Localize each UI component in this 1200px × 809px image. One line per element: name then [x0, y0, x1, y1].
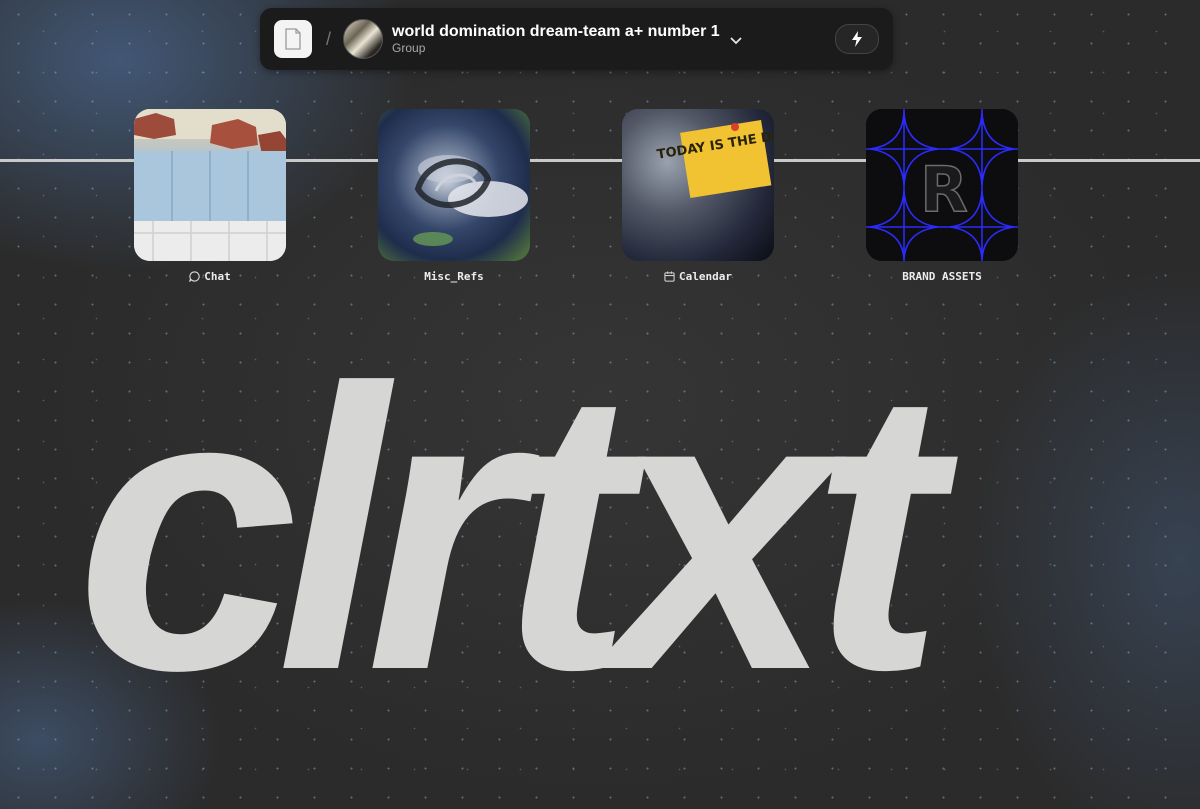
lightning-icon: [852, 31, 862, 47]
calendar-icon: [664, 271, 675, 282]
brand-assets-thumbnail-art: R: [866, 109, 1018, 261]
tile-label: Calendar: [622, 270, 774, 283]
chat-thumbnail-art: [134, 109, 286, 261]
tile-calendar[interactable]: TODAY IS THE DAY Calendar: [622, 109, 774, 283]
quick-action-button[interactable]: [835, 24, 879, 54]
group-title: world domination dream-team a+ number 1: [392, 22, 720, 40]
chat-thumbnail[interactable]: [134, 109, 286, 261]
tile-label-text: Chat: [204, 270, 231, 283]
tile-brand-assets[interactable]: R BRAND ASSETS: [866, 109, 1018, 283]
tile-label-text: BRAND ASSETS: [902, 270, 982, 283]
brand-assets-thumbnail[interactable]: R: [866, 109, 1018, 261]
wordmark: clrtxt: [76, 306, 944, 753]
tile-label: Chat: [134, 270, 286, 283]
tile-chat[interactable]: Chat: [134, 109, 286, 283]
group-title-block[interactable]: world domination dream-team a+ number 1 …: [392, 23, 720, 56]
tile-label: Misc_Refs: [378, 270, 530, 283]
document-button[interactable]: [274, 20, 312, 58]
tile-label: BRAND ASSETS: [866, 270, 1018, 283]
group-header: / world domination dream-team a+ number …: [260, 8, 893, 70]
group-type: Group: [392, 41, 426, 56]
misc-refs-thumbnail[interactable]: [378, 109, 530, 261]
tile-misc-refs[interactable]: Misc_Refs: [378, 109, 530, 283]
chevron-down-icon[interactable]: [730, 37, 742, 45]
tile-label-text: Misc_Refs: [424, 270, 484, 283]
calendar-thumbnail-art: TODAY IS THE DAY: [656, 120, 774, 199]
document-icon: [285, 28, 301, 50]
chat-bubble-icon: [189, 271, 200, 282]
breadcrumb-separator: /: [326, 28, 332, 49]
tile-label-text: Calendar: [679, 270, 732, 283]
misc-refs-thumbnail-art: [413, 155, 528, 246]
group-avatar[interactable]: [343, 19, 384, 59]
calendar-thumbnail[interactable]: TODAY IS THE DAY: [622, 109, 774, 261]
brand-letter: R: [920, 153, 968, 226]
